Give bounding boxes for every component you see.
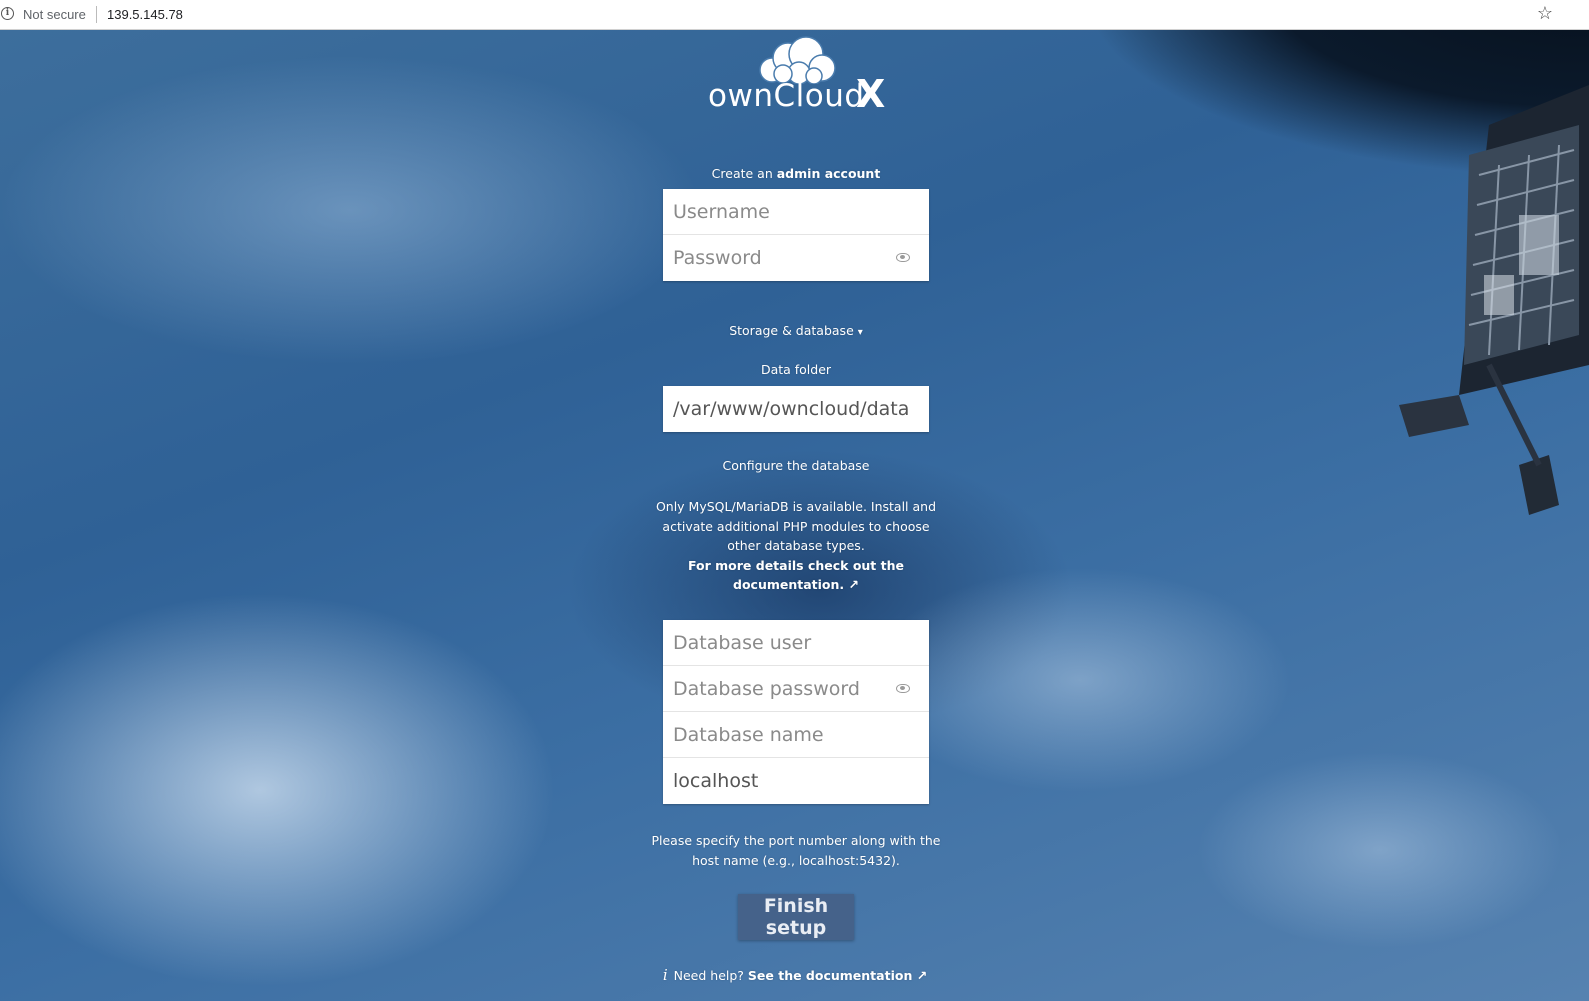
port-hint-line: Please specify the port number along wit… xyxy=(651,833,941,848)
database-host-input[interactable] xyxy=(663,758,929,804)
username-field xyxy=(663,189,929,235)
cloud-icon xyxy=(759,36,836,84)
help-line: i Need help? See the documentation ↗ xyxy=(650,966,940,984)
username-input[interactable] xyxy=(663,189,929,234)
info-icon[interactable]: i xyxy=(1,7,14,20)
brand-name: ownCloud xyxy=(708,78,865,114)
browser-address-bar[interactable]: i Not secure 139.5.145.78 ☆ xyxy=(0,0,1589,30)
help-text: Need help? xyxy=(673,968,748,983)
password-field xyxy=(663,235,929,281)
url-text[interactable]: 139.5.145.78 xyxy=(107,7,183,22)
documentation-link-line: For more details check out the xyxy=(688,557,904,573)
admin-fields xyxy=(663,189,929,281)
data-folder-fields xyxy=(663,386,929,432)
show-database-password-eye-icon[interactable] xyxy=(896,684,910,693)
port-hint-line: host name (e.g., localhost:5432). xyxy=(692,852,900,868)
finish-setup-button[interactable]: Finish setup xyxy=(738,894,854,940)
documentation-link-line: documentation. ↗ xyxy=(733,577,859,593)
data-folder-input[interactable] xyxy=(663,386,929,432)
show-password-eye-icon[interactable] xyxy=(896,253,910,262)
storage-database-toggle[interactable]: Storage & database ▾ xyxy=(663,323,929,338)
data-folder-field xyxy=(663,386,929,432)
chevron-down-icon: ▾ xyxy=(857,327,863,338)
database-host-field xyxy=(663,758,929,804)
port-hint: Please specify the port number along wit… xyxy=(640,831,952,870)
address-divider xyxy=(96,6,97,23)
database-name-field xyxy=(663,712,929,758)
documentation-link[interactable]: For more details check out the documenta… xyxy=(640,556,952,595)
satellite-image xyxy=(1399,85,1589,515)
owncloud-logo: ownCloud X xyxy=(708,36,888,116)
data-folder-label: Data folder xyxy=(760,362,832,377)
database-password-input[interactable] xyxy=(663,666,929,711)
database-info-line: other database types. xyxy=(727,538,865,554)
database-name-input[interactable] xyxy=(663,712,929,757)
help-info-icon: i xyxy=(662,966,668,984)
star-icon[interactable]: ☆ xyxy=(1537,3,1553,24)
security-label[interactable]: Not secure xyxy=(23,7,86,22)
configure-database-heading: Configure the database xyxy=(722,458,870,473)
admin-heading-prefix: Create an xyxy=(711,166,777,181)
password-input[interactable] xyxy=(663,235,929,281)
help-documentation-link[interactable]: See the documentation ↗ xyxy=(748,968,927,983)
database-user-input[interactable] xyxy=(663,620,929,665)
admin-heading-strong: admin account xyxy=(776,166,881,181)
database-fields xyxy=(663,620,929,804)
database-user-field xyxy=(663,620,929,666)
database-info-line: activate additional PHP modules to choos… xyxy=(662,518,930,534)
admin-heading: Create an admin account xyxy=(663,166,929,181)
database-password-field xyxy=(663,666,929,712)
storage-database-label: Storage & database xyxy=(729,323,854,338)
brand-x-mark: X xyxy=(856,72,886,116)
database-info-line: Only MySQL/MariaDB is available. Install… xyxy=(655,499,937,514)
database-info: Only MySQL/MariaDB is available. Install… xyxy=(640,497,952,595)
